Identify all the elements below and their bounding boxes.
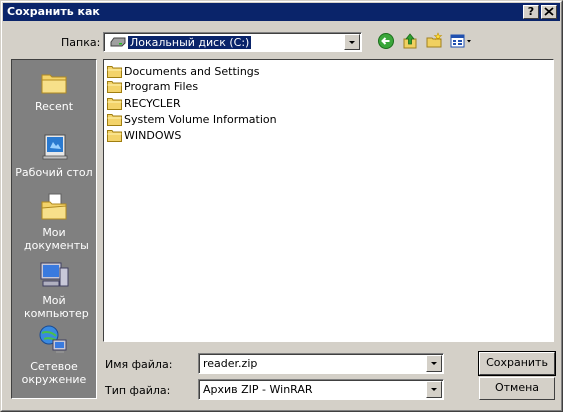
my-documents-icon: [41, 193, 67, 220]
place-my-documents[interactable]: Мои документы: [12, 192, 96, 252]
new-folder-icon: [426, 32, 443, 48]
cancel-button[interactable]: Отмена: [479, 377, 555, 400]
folder-icon: [107, 81, 122, 93]
up-folder-button[interactable]: [401, 32, 419, 50]
filename-input[interactable]: reader.zip: [198, 353, 444, 374]
list-item-name: Documents and Settings: [124, 65, 260, 78]
folder-icon: [107, 66, 122, 78]
place-my-documents-label: Мои документы: [24, 226, 89, 252]
list-item-name: RECYCLER: [124, 97, 181, 110]
folder-icon: [107, 98, 122, 110]
view-menu-button[interactable]: [449, 32, 473, 50]
folder-dropdown[interactable]: Локальный диск (C:): [103, 32, 362, 52]
folder-value: Локальный диск (C:): [126, 35, 253, 50]
list-item-name: Program Files: [124, 80, 199, 93]
up-folder-icon: [403, 33, 417, 49]
place-my-computer-label: Мой компьютер: [24, 294, 89, 320]
my-computer-icon: [40, 262, 69, 287]
drive-icon: [110, 37, 126, 47]
close-button[interactable]: [541, 5, 557, 19]
folder-icon: [107, 130, 122, 142]
list-item-name: System Volume Information: [124, 113, 277, 126]
list-item-name: WINDOWS: [124, 129, 182, 142]
back-arrow-icon: [378, 33, 394, 49]
close-icon: [544, 7, 554, 16]
file-list[interactable]: Documents and Settings Program Files REC…: [103, 59, 554, 342]
view-menu-icon: [450, 34, 471, 48]
filetype-dropdown-arrow[interactable]: [426, 381, 442, 398]
new-folder-button[interactable]: [425, 32, 443, 50]
place-my-computer[interactable]: Мой компьютер: [12, 260, 96, 320]
filename-value: reader.zip: [203, 357, 258, 370]
place-recent[interactable]: Recent: [12, 68, 96, 113]
save-as-dialog: Сохранить как ? Папка: Локальный диск (C…: [0, 0, 563, 412]
recent-folder-icon: [41, 74, 67, 94]
filetype-value: Архив ZIP - WinRAR: [203, 383, 313, 396]
folder-dropdown-arrow[interactable]: [344, 34, 360, 50]
place-network[interactable]: Сетевое окружение: [12, 324, 96, 386]
help-button[interactable]: ?: [523, 5, 539, 19]
filename-dropdown-arrow[interactable]: [426, 355, 442, 372]
place-desktop[interactable]: Рабочий стол: [12, 132, 96, 179]
network-icon: [39, 325, 67, 353]
filetype-dropdown[interactable]: Архив ZIP - WinRAR: [198, 379, 444, 400]
dialog-title: Сохранить как: [7, 5, 100, 18]
filetype-label: Тип файла:: [105, 384, 171, 397]
folder-icon: [107, 114, 122, 126]
desktop-icon: [42, 134, 68, 160]
place-recent-label: Recent: [34, 100, 74, 113]
filename-label: Имя файла:: [105, 358, 173, 371]
back-button[interactable]: [377, 32, 395, 50]
places-bar: Recent Рабочий стол Мои документы Мой ко…: [11, 59, 97, 399]
title-bar[interactable]: Сохранить как ?: [3, 3, 560, 21]
folder-label: Папка:: [61, 36, 101, 49]
save-button[interactable]: Сохранить: [478, 351, 556, 376]
place-network-label: Сетевое окружение: [21, 360, 87, 386]
place-desktop-label: Рабочий стол: [15, 166, 93, 179]
